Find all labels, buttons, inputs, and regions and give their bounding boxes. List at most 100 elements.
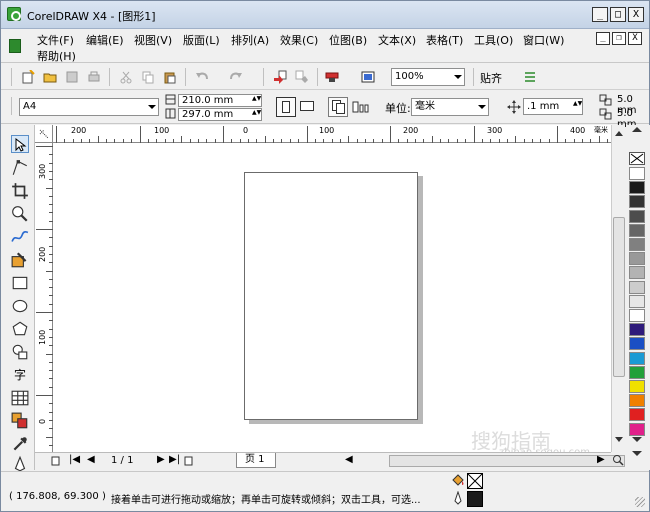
- last-page-icon[interactable]: ▶|: [169, 454, 180, 465]
- next-page-icon[interactable]: ▶: [157, 454, 165, 465]
- page-tab[interactable]: 页 1: [236, 453, 276, 468]
- application-launcher-icon[interactable]: [325, 70, 339, 84]
- color-swatch[interactable]: [629, 351, 645, 365]
- previous-page-icon[interactable]: ◀: [87, 454, 95, 465]
- crop-tool-icon[interactable]: [11, 182, 29, 200]
- close-button[interactable]: X: [628, 7, 644, 22]
- color-swatch[interactable]: [629, 294, 645, 308]
- horizontal-scroll-thumb[interactable]: [389, 455, 625, 467]
- menu-text[interactable]: 文本(X): [378, 32, 416, 48]
- color-swatch[interactable]: [629, 209, 645, 223]
- title-bar[interactable]: CorelDRAW X4 - [图形1] _ □ X: [1, 1, 649, 29]
- freehand-tool-icon[interactable]: [11, 228, 29, 246]
- menu-bitmaps[interactable]: 位图(B): [329, 32, 367, 48]
- menu-effects[interactable]: 效果(C): [280, 32, 318, 48]
- color-swatch[interactable]: [629, 337, 645, 351]
- paper-size-select[interactable]: A4: [19, 98, 159, 116]
- scroll-down-icon[interactable]: [615, 437, 623, 442]
- options-icon[interactable]: [523, 70, 537, 84]
- insert-page-after-icon[interactable]: [184, 456, 194, 466]
- vertical-scroll-thumb[interactable]: [613, 217, 625, 377]
- menu-layout[interactable]: 版面(L): [183, 32, 220, 48]
- menu-arrange[interactable]: 排列(A): [231, 32, 269, 48]
- welcome-screen-icon[interactable]: [361, 70, 375, 84]
- ruler-origin[interactable]: [35, 125, 53, 143]
- ellipse-tool-icon[interactable]: [11, 297, 29, 315]
- scroll-right-icon[interactable]: ▶: [597, 454, 605, 465]
- interactive-blend-tool-icon[interactable]: [11, 412, 29, 430]
- basic-shapes-tool-icon[interactable]: [11, 343, 29, 361]
- pick-tool[interactable]: [11, 135, 29, 153]
- import-icon[interactable]: [273, 70, 287, 84]
- first-page-icon[interactable]: |◀: [69, 454, 80, 465]
- print-icon[interactable]: [87, 70, 101, 84]
- cut-icon[interactable]: [119, 70, 133, 84]
- page-width-input[interactable]: 210.0 mm ▲▼: [178, 94, 262, 107]
- outline-color-swatch[interactable]: [467, 491, 483, 507]
- open-folder-icon[interactable]: [43, 70, 57, 84]
- text-tool[interactable]: 字: [11, 366, 29, 384]
- landscape-button[interactable]: [300, 101, 314, 111]
- color-swatch[interactable]: [629, 252, 645, 266]
- menu-file[interactable]: 文件(F): [37, 32, 74, 48]
- resize-grip[interactable]: [635, 497, 645, 507]
- color-swatch[interactable]: [629, 365, 645, 379]
- color-swatch[interactable]: [629, 223, 645, 237]
- doc-close-button[interactable]: X: [628, 32, 642, 45]
- table-tool-icon[interactable]: [11, 389, 29, 407]
- eyedropper-tool-icon[interactable]: [11, 435, 29, 453]
- color-swatch[interactable]: [629, 380, 645, 393]
- drawing-canvas[interactable]: [53, 143, 611, 452]
- smart-fill-tool-icon[interactable]: [11, 251, 29, 269]
- polygon-tool-icon[interactable]: [11, 320, 29, 338]
- doc-restore-button[interactable]: ❐: [612, 32, 626, 45]
- vertical-scrollbar[interactable]: [611, 125, 625, 452]
- color-swatch[interactable]: [629, 394, 645, 408]
- nudge-distance-input[interactable]: .1 mm ▲▼: [523, 98, 583, 115]
- page-1[interactable]: [244, 172, 418, 420]
- color-swatch[interactable]: [629, 309, 645, 322]
- color-swatch[interactable]: [629, 408, 645, 422]
- palette-scroll-down-icon[interactable]: [632, 437, 642, 442]
- maximize-button[interactable]: □: [610, 7, 626, 22]
- export-icon[interactable]: [295, 70, 309, 84]
- color-swatch[interactable]: [629, 238, 645, 251]
- color-swatch[interactable]: [629, 167, 645, 180]
- color-swatch[interactable]: [629, 323, 645, 337]
- menu-table[interactable]: 表格(T): [426, 32, 463, 48]
- rectangle-tool-icon[interactable]: [11, 274, 29, 292]
- copy-icon[interactable]: [141, 70, 155, 84]
- spin-arrows-icon[interactable]: ▲▼: [252, 96, 261, 106]
- units-select[interactable]: 毫米: [411, 98, 489, 116]
- insert-page-before-icon[interactable]: [51, 456, 61, 466]
- current-page-icon[interactable]: [352, 101, 370, 113]
- redo-icon[interactable]: [229, 70, 243, 84]
- zoom-tool-icon[interactable]: [11, 205, 29, 223]
- new-document-icon[interactable]: [21, 70, 35, 84]
- doc-minimize-button[interactable]: _: [596, 32, 610, 45]
- portrait-button[interactable]: [276, 97, 296, 117]
- shape-tool-icon[interactable]: [11, 159, 29, 177]
- no-fill-swatch[interactable]: [629, 152, 645, 165]
- snap-to-menu[interactable]: 贴齐: [480, 70, 502, 86]
- scroll-up-icon[interactable]: [615, 131, 623, 136]
- spin-arrows-icon[interactable]: ▲▼: [252, 110, 261, 120]
- vertical-ruler[interactable]: 300 200 100 0: [35, 143, 53, 452]
- palette-scroll-up-icon[interactable]: [632, 127, 642, 132]
- scroll-left-icon[interactable]: ◀: [345, 454, 353, 465]
- minimize-button[interactable]: _: [592, 7, 608, 22]
- color-swatch[interactable]: [629, 195, 645, 209]
- color-swatch[interactable]: [629, 280, 645, 294]
- zoom-level-select[interactable]: 100%: [391, 68, 465, 86]
- palette-expand-icon[interactable]: [632, 451, 642, 456]
- color-swatch[interactable]: [629, 422, 645, 436]
- page-height-input[interactable]: 297.0 mm ▲▼: [178, 108, 262, 121]
- menu-help[interactable]: 帮助(H): [37, 48, 76, 64]
- menu-edit[interactable]: 编辑(E): [86, 32, 124, 48]
- menu-tools[interactable]: 工具(O): [474, 32, 513, 48]
- save-icon[interactable]: [65, 70, 79, 84]
- color-swatch[interactable]: [629, 181, 645, 195]
- navigator-icon[interactable]: [612, 454, 624, 466]
- document-icon[interactable]: [9, 39, 21, 53]
- menu-window[interactable]: 窗口(W): [523, 32, 564, 48]
